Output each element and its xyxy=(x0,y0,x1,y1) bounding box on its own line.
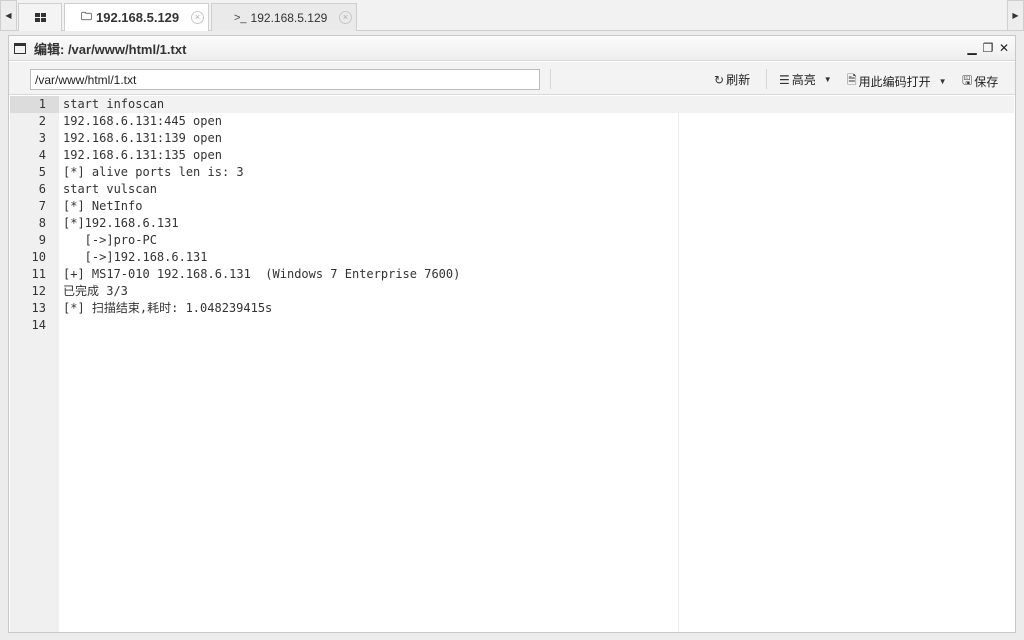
refresh-label: 刷新 xyxy=(726,73,751,87)
restore-button[interactable]: ❐ xyxy=(982,41,994,55)
save-icon: 🖫 xyxy=(962,73,973,87)
tab-terminal[interactable]: >_ 192.168.5.129 × xyxy=(211,3,357,31)
window-icon xyxy=(14,42,26,54)
caret-left-icon: ◀ xyxy=(5,11,12,20)
line-text: [->]192.168.6.131 xyxy=(63,250,208,264)
code-line[interactable]: 13 [*] 扫描结束,耗时: 1.048239415s xyxy=(10,300,1014,317)
save-button[interactable]: 🖫 保存 xyxy=(962,71,998,92)
code-line[interactable]: 9 [->]pro-PC xyxy=(10,232,1014,249)
tab-scroll-right-button[interactable]: ▶ xyxy=(1007,0,1024,31)
line-number: 7 xyxy=(38,199,46,213)
code-line[interactable]: 14 xyxy=(10,317,1014,334)
line-text: start vulscan xyxy=(63,182,157,196)
highlight-dropdown[interactable]: ☰ 高亮 ▼ xyxy=(779,71,832,88)
tab-label: 192.168.5.129 xyxy=(96,10,180,25)
line-number: 10 xyxy=(31,250,46,264)
code-line[interactable]: 12 已完成 3/3 xyxy=(10,283,1014,300)
code-line[interactable]: 10 [->]192.168.6.131 xyxy=(10,249,1014,266)
line-number: 11 xyxy=(31,267,46,281)
line-text: [*] alive ports len is: 3 xyxy=(63,165,244,179)
toolbar-divider xyxy=(550,69,551,89)
open-with-encoding-dropdown[interactable]: 🗎 用此编码打开 ▼ xyxy=(847,71,947,92)
tab-scroll-left-button[interactable]: ◀ xyxy=(0,0,17,31)
code-line[interactable]: 11 [+] MS17-010 192.168.6.131 (Windows 7 … xyxy=(10,266,1014,283)
line-number: 13 xyxy=(31,301,46,315)
refresh-button[interactable]: ↻ 刷新 xyxy=(714,71,750,88)
tab-label: 192.168.5.129 xyxy=(250,10,328,25)
line-text: [*] 扫描结束,耗时: 1.048239415s xyxy=(63,301,273,315)
tab-close-icon[interactable]: × xyxy=(339,11,352,24)
line-number: 2 xyxy=(38,114,46,128)
line-text: 192.168.6.131:135 open xyxy=(63,148,222,162)
terminal-icon: >_ xyxy=(234,11,247,24)
chevron-down-icon: ▼ xyxy=(938,77,947,86)
tab-grid-overview[interactable] xyxy=(18,3,62,31)
save-label: 保存 xyxy=(974,75,999,89)
editor-toolbar: ↻ 刷新 ☰ 高亮 ▼ 🗎 用此编码打开 ▼ 🖫 保存 xyxy=(9,62,1015,95)
chevron-down-icon: ▼ xyxy=(823,75,832,84)
refresh-icon: ↻ xyxy=(714,72,725,87)
list-icon: ☰ xyxy=(779,72,790,87)
line-number: 5 xyxy=(38,165,46,179)
code-line[interactable]: 1 start infoscan xyxy=(10,96,1014,113)
line-text: [+] MS17-010 192.168.6.131 (Windows 7 En… xyxy=(63,267,461,281)
line-text: [->]pro-PC xyxy=(63,233,157,247)
close-button[interactable]: ✕ xyxy=(998,41,1010,55)
file-path-input[interactable] xyxy=(30,69,540,90)
code-line[interactable]: 7 [*] NetInfo xyxy=(10,198,1014,215)
line-number: 14 xyxy=(31,318,46,332)
window-titlebar[interactable]: 编辑: /var/www/html/1.txt ▁ ❐ ✕ xyxy=(9,36,1015,61)
line-text: 已完成 3/3 xyxy=(63,284,128,298)
highlight-label: 高亮 xyxy=(791,73,816,87)
editor-window: 编辑: /var/www/html/1.txt ▁ ❐ ✕ ↻ 刷新 ☰ 高亮 … xyxy=(8,35,1016,633)
tab-file-manager[interactable]: 🗀 192.168.5.129 × xyxy=(64,3,209,31)
line-number: 4 xyxy=(38,148,46,162)
grid-icon xyxy=(34,13,46,22)
minimize-button[interactable]: ▁ xyxy=(966,41,978,55)
line-text: [*]192.168.6.131 xyxy=(63,216,179,230)
window-title: 编辑: /var/www/html/1.txt xyxy=(34,41,187,57)
line-number: 8 xyxy=(38,216,46,230)
line-text: [*] NetInfo xyxy=(63,199,143,213)
code-editor[interactable]: 1 start infoscan 2 192.168.6.131:445 open 3 1… xyxy=(10,96,1014,632)
open-with-encoding-label: 用此编码打开 xyxy=(858,75,931,89)
code-line[interactable]: 4 192.168.6.131:135 open xyxy=(10,147,1014,164)
code-line[interactable]: 8 [*]192.168.6.131 xyxy=(10,215,1014,232)
window-controls: ▁ ❐ ✕ xyxy=(966,41,1010,55)
line-number: 1 xyxy=(10,96,59,113)
document-icon: 🗎 xyxy=(847,73,857,87)
line-number: 9 xyxy=(38,233,46,247)
line-text: 192.168.6.131:445 open xyxy=(63,114,222,128)
caret-right-icon: ▶ xyxy=(1012,11,1019,20)
line-number: 3 xyxy=(38,131,46,145)
line-text: start infoscan xyxy=(63,97,165,111)
code-line[interactable]: 3 192.168.6.131:139 open xyxy=(10,130,1014,147)
line-number: 12 xyxy=(31,284,46,298)
line-text: 192.168.6.131:139 open xyxy=(63,131,222,145)
folder-icon: 🗀 xyxy=(81,11,92,23)
tab-bar: ◀ 🗀 192.168.5.129 × >_ 192.168.5.129 × ▶ xyxy=(0,0,1024,31)
code-line[interactable]: 2 192.168.6.131:445 open xyxy=(10,113,1014,130)
code-line[interactable]: 6 start vulscan xyxy=(10,181,1014,198)
toolbar-divider xyxy=(766,69,767,89)
tab-close-icon[interactable]: × xyxy=(191,11,204,24)
code-line[interactable]: 5 [*] alive ports len is: 3 xyxy=(10,164,1014,181)
line-number: 6 xyxy=(38,182,46,196)
